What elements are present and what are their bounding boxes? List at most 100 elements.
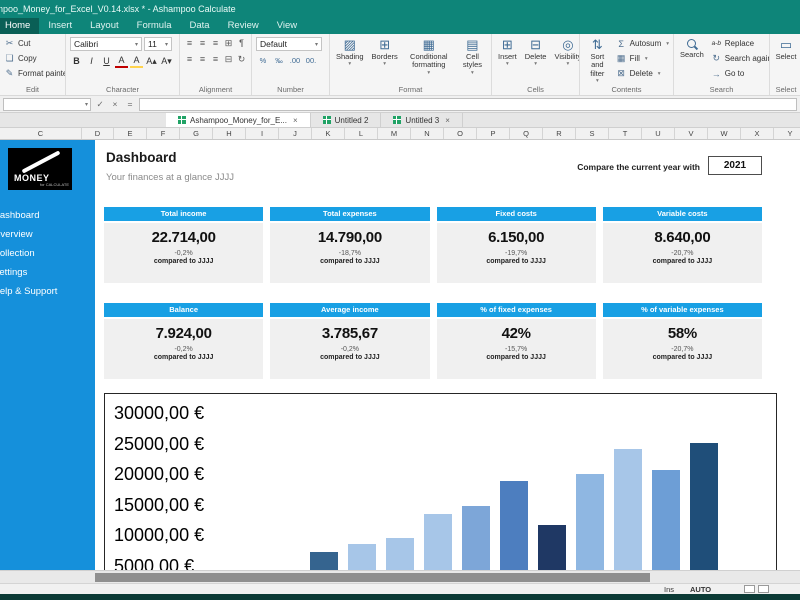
menu-tab-insert[interactable]: Insert <box>39 18 81 34</box>
autosum-button[interactable]: ΣAutosum▾ <box>616 37 669 50</box>
confirm-icon[interactable]: ✓ <box>94 99 106 110</box>
titlebar[interactable]: Ashampoo_Money_for_Excel_V0.14.xlsx * - … <box>0 0 800 18</box>
go-to-button[interactable]: →Go to <box>711 67 770 80</box>
highlight-color-button[interactable]: A <box>130 54 143 68</box>
align-left-button[interactable]: ≡ <box>184 37 195 50</box>
font-name-select[interactable]: Calibri ▾ <box>70 37 142 51</box>
shrink-font-button[interactable]: A▾ <box>160 54 173 68</box>
sheet-tab-untitled-3[interactable]: Untitled 3× <box>381 113 462 127</box>
merge-cells-button[interactable]: ⊞ <box>223 37 234 50</box>
sidebar-item-dashboard[interactable]: Dashboard <box>0 206 95 225</box>
borders-button[interactable]: ⊞Borders▾ <box>370 37 400 68</box>
formula-input[interactable] <box>139 98 797 111</box>
align-top-button[interactable]: ≡ <box>184 53 195 66</box>
column-header-Y[interactable]: Y <box>774 128 800 139</box>
menu-tab-view[interactable]: View <box>268 18 306 34</box>
column-header-K[interactable]: K <box>312 128 345 139</box>
close-icon[interactable]: × <box>445 116 450 125</box>
align-bottom-button[interactable]: ≡ <box>210 53 221 66</box>
copy-button[interactable]: ❏Copy <box>4 52 61 65</box>
sheet-tab-untitled-2[interactable]: Untitled 2 <box>311 113 382 127</box>
column-header-I[interactable]: I <box>246 128 279 139</box>
cell-name-box[interactable]: ▾ <box>3 98 91 111</box>
fill-button[interactable]: ▦Fill▾ <box>616 52 669 65</box>
align-middle-button[interactable]: ≡ <box>197 53 208 66</box>
close-icon[interactable]: × <box>293 116 298 125</box>
font-size-select[interactable]: 11 ▾ <box>144 37 172 51</box>
search-again-label: Search again <box>725 54 770 63</box>
sidebar-item-settings[interactable]: Settings <box>0 263 95 282</box>
column-header-P[interactable]: P <box>477 128 510 139</box>
visibility-button[interactable]: ◎Visibility▾ <box>552 37 580 68</box>
add-decimal-button[interactable]: .00 <box>288 54 302 67</box>
column-header-J[interactable]: J <box>279 128 312 139</box>
font-color-button[interactable]: A <box>115 54 128 68</box>
replace-button[interactable]: a-bReplace <box>711 37 770 50</box>
sidebar-item-overview[interactable]: Overview <box>0 225 95 244</box>
column-header-H[interactable]: H <box>213 128 246 139</box>
column-header-X[interactable]: X <box>741 128 774 139</box>
indent-decrease-button[interactable]: ⊟ <box>223 53 234 66</box>
column-header-W[interactable]: W <box>708 128 741 139</box>
sheet-tab-ashampoo-money-for-e[interactable]: Ashampoo_Money_for_E...× <box>166 113 311 127</box>
function-icon[interactable]: = <box>124 99 136 109</box>
insert-cells-button[interactable]: ⊞Insert▾ <box>496 37 519 68</box>
cut-button[interactable]: ✂Cut <box>4 37 61 50</box>
view-mode-icon[interactable] <box>744 585 755 593</box>
column-header-L[interactable]: L <box>345 128 378 139</box>
column-header-V[interactable]: V <box>675 128 708 139</box>
column-header-R[interactable]: R <box>543 128 576 139</box>
column-header-U[interactable]: U <box>642 128 675 139</box>
dashboard-sidebar: MONEY for CALCULATE DashboardOverviewCol… <box>0 140 95 570</box>
horizontal-scrollbar[interactable] <box>0 570 800 583</box>
column-header-S[interactable]: S <box>576 128 609 139</box>
column-header-D[interactable]: D <box>82 128 114 139</box>
shading-button[interactable]: ▨Shading▾ <box>334 37 366 68</box>
wrap-text-button[interactable]: ¶ <box>236 37 247 50</box>
column-header-N[interactable]: N <box>411 128 444 139</box>
remove-decimal-button[interactable]: 00. <box>304 54 318 67</box>
align-right-button[interactable]: ≡ <box>210 37 221 50</box>
column-header-G[interactable]: G <box>180 128 213 139</box>
scrollbar-thumb[interactable] <box>95 573 650 582</box>
delete-contents-button[interactable]: ⊠Delete▾ <box>616 67 669 80</box>
replace-label: Replace <box>725 39 754 48</box>
menu-tab-home[interactable]: Home <box>0 18 39 34</box>
sidebar-item-help-support[interactable]: Help & Support <box>0 282 95 301</box>
menu-tab-formula[interactable]: Formula <box>128 18 181 34</box>
percent-format-button[interactable]: % <box>256 54 270 67</box>
grow-font-button[interactable]: A▴ <box>145 54 158 68</box>
page-layout-icon[interactable] <box>758 585 769 593</box>
column-header-E[interactable]: E <box>114 128 147 139</box>
italic-button[interactable]: I <box>85 54 98 68</box>
search-button[interactable]: Search <box>678 37 706 60</box>
underline-button[interactable]: U <box>100 54 113 68</box>
column-header-C[interactable]: C <box>0 128 82 139</box>
conditional-formatting-button[interactable]: ▦Conditional formatting▾ <box>404 37 454 77</box>
bar-chart[interactable]: 30000,00 €25000,00 €20000,00 €15000,00 €… <box>104 393 777 570</box>
format-painter-button[interactable]: ✎Format painter <box>4 67 61 80</box>
permille-format-button[interactable]: ‰ <box>272 54 286 67</box>
column-header-F[interactable]: F <box>147 128 180 139</box>
cell-styles-button[interactable]: ▤Cell styles▾ <box>458 37 487 77</box>
column-header-Q[interactable]: Q <box>510 128 543 139</box>
sort-and-filter-button[interactable]: ⇅ Sort and filter ▾ <box>584 37 611 85</box>
menu-tab-layout[interactable]: Layout <box>81 18 128 34</box>
menu-tab-data[interactable]: Data <box>180 18 218 34</box>
auto-mode-indicator[interactable]: AUTO <box>690 585 711 594</box>
align-center-button[interactable]: ≡ <box>197 37 208 50</box>
search-again-button[interactable]: ↻Search again <box>711 52 770 65</box>
menu-tab-review[interactable]: Review <box>219 18 268 34</box>
delete-cells-button[interactable]: ⊟Delete▾ <box>523 37 549 68</box>
sidebar-item-collection[interactable]: Collection <box>0 244 95 263</box>
cancel-icon[interactable]: × <box>109 99 121 109</box>
compare-year-input[interactable]: 2021 <box>708 156 762 175</box>
select-button[interactable]: ▭ Select <box>774 37 798 62</box>
column-header-M[interactable]: M <box>378 128 411 139</box>
text-orientation-button[interactable]: ↻ <box>236 53 247 66</box>
bold-button[interactable]: B <box>70 54 83 68</box>
number-format-select[interactable]: Default ▾ <box>256 37 322 51</box>
kpi-note: compared to JJJJ <box>104 354 263 361</box>
column-header-T[interactable]: T <box>609 128 642 139</box>
column-header-O[interactable]: O <box>444 128 477 139</box>
